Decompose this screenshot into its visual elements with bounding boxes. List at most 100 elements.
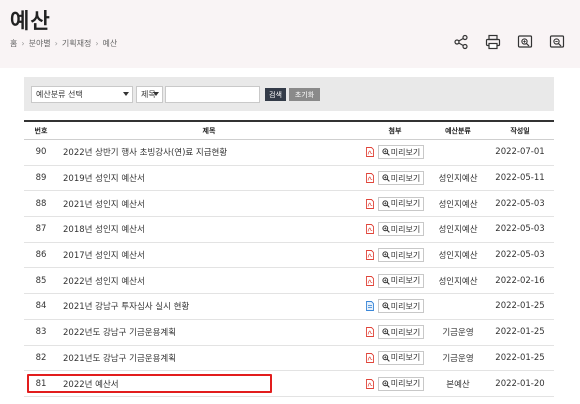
magnifier-icon (382, 302, 390, 311)
row-title-link[interactable]: 2021년 성인지 예산서 (58, 198, 360, 210)
pdf-file-icon[interactable] (365, 198, 374, 209)
row-title-link[interactable]: 2022년 상반기 행사 초빙강사(연)료 지급현황 (58, 146, 360, 158)
row-number: 85 (35, 275, 47, 286)
magnifier-icon (382, 328, 390, 336)
row-attachment: 미리보기 (360, 376, 430, 391)
row-number: 82 (35, 352, 47, 363)
breadcrumb-home[interactable]: 홈 (10, 38, 17, 49)
pdf-file-icon[interactable] (365, 147, 374, 158)
pdf-file-icon[interactable] (365, 173, 374, 183)
row-attachment: 미리보기 (360, 273, 430, 288)
row-date: 2022-01-25 (495, 327, 545, 338)
chevron-down-icon (153, 92, 159, 96)
header-title: 제목 (202, 126, 216, 135)
magnifier-icon (382, 251, 390, 259)
pdf-file-icon[interactable] (365, 224, 374, 235)
preview-label: 미리보기 (390, 353, 421, 363)
table-row: 90 2022년 상반기 행사 초빙강사(연)료 지급현황 미리보기 2022-07-… (24, 140, 554, 166)
row-attachment: 미리보기 (360, 145, 430, 160)
breadcrumb-separator-icon: › (95, 39, 99, 48)
category-select-value: 예산분류 선택 (36, 90, 83, 99)
row-title-link[interactable]: 2018년 성인지 예산서 (58, 223, 360, 235)
page-header: 예산 홈 › 분야별 › 기획재정 › 예산 (0, 0, 580, 68)
row-date: 2022-05-03 (495, 224, 545, 235)
magnifier-icon (382, 225, 390, 234)
preview-button[interactable]: 미리보기 (377, 376, 425, 391)
row-date: 2022-02-16 (495, 275, 545, 286)
row-number: 83 (35, 327, 47, 338)
row-number: 81 (35, 378, 47, 389)
preview-label: 미리보기 (390, 276, 421, 286)
page-title: 예산 (10, 9, 51, 33)
preview-button[interactable]: 미리보기 (377, 196, 425, 211)
table-row: 84 2021년 강남구 투자심사 실시 현황 미리보기 2022-01-25 (24, 294, 554, 320)
preview-label: 미리보기 (390, 173, 421, 183)
table-row: 85 2022년 성인지 예산서 미리보기 성인지예산 2022-02-16 (24, 268, 554, 295)
row-attachment: 미리보기 (360, 196, 430, 211)
row-date: 2022-05-11 (495, 173, 545, 184)
reset-button[interactable]: 초기화 (289, 88, 320, 101)
budget-table: 번호 제목 첨부 예산분류 작성일 90 2022년 상반기 행사 초빙강사(연)… (24, 120, 554, 397)
preview-button[interactable]: 미리보기 (377, 350, 425, 365)
preview-button[interactable]: 미리보기 (377, 171, 425, 186)
table-row: 83 2022년도 강남구 기금운용계획 미리보기 기금운영 2022-01-25 (24, 320, 554, 346)
pdf-file-icon[interactable] (365, 352, 374, 363)
preview-label: 미리보기 (390, 147, 421, 157)
table-header: 번호 제목 첨부 예산분류 작성일 (24, 120, 554, 140)
pdf-file-icon[interactable] (365, 250, 374, 261)
magnifier-icon (382, 174, 390, 182)
header-category: 예산분류 (445, 126, 471, 135)
preview-button[interactable]: 미리보기 (377, 325, 425, 340)
magnifier-icon (382, 200, 390, 208)
table-row: 86 2017년 성인지 예산서 미리보기 성인지예산 2022-05-03 (24, 243, 554, 269)
row-date: 2022-07-01 (495, 147, 545, 158)
row-title-link[interactable]: 2022년 예산서 (58, 378, 360, 390)
row-category: 성인지예산 (438, 225, 478, 236)
toolbar (452, 33, 566, 51)
breadcrumb-field[interactable]: 분야별 (29, 38, 51, 49)
row-title-link[interactable]: 2022년 성인지 예산서 (58, 275, 360, 287)
breadcrumb-separator-icon: › (54, 39, 58, 48)
category-select[interactable]: 예산분류 선택 (31, 86, 133, 103)
preview-button[interactable]: 미리보기 (377, 299, 425, 314)
row-date: 2022-05-03 (495, 250, 545, 261)
pdf-file-icon[interactable] (365, 275, 374, 286)
row-category: 성인지예산 (438, 199, 478, 210)
row-date: 2022-01-20 (495, 378, 545, 389)
share-icon[interactable] (452, 33, 470, 51)
table-row: 81 2022년 예산서 미리보기 본예산 2022-01-20 (24, 371, 554, 397)
magnifier-icon (382, 277, 390, 285)
row-title-link[interactable]: 2021년 강남구 투자심사 실시 현황 (58, 300, 360, 312)
magnifier-icon (382, 379, 390, 388)
preview-button[interactable]: 미리보기 (377, 248, 425, 263)
breadcrumb-planning[interactable]: 기획재정 (62, 38, 91, 49)
row-attachment: 미리보기 (360, 248, 430, 263)
row-title-link[interactable]: 2019년 성인지 예산서 (58, 172, 360, 184)
field-select[interactable]: 제목 (136, 86, 163, 103)
zoom-in-icon[interactable] (516, 33, 534, 51)
table-body: 90 2022년 상반기 행사 초빙강사(연)료 지급현황 미리보기 2022-07-… (24, 140, 554, 397)
preview-label: 미리보기 (390, 327, 421, 337)
row-attachment: 미리보기 (360, 171, 430, 186)
search-button[interactable]: 검색 (265, 88, 286, 101)
row-category: 기금운영 (442, 328, 474, 339)
zoom-out-icon[interactable] (548, 33, 566, 51)
preview-button[interactable]: 미리보기 (377, 145, 425, 160)
row-title-link[interactable]: 2017년 성인지 예산서 (58, 249, 360, 261)
row-title-link[interactable]: 2022년도 강남구 기금운용계획 (58, 326, 360, 338)
row-category: 본예산 (446, 379, 470, 390)
row-number: 89 (35, 173, 47, 184)
pdf-file-icon[interactable] (365, 378, 374, 389)
row-title-link[interactable]: 2021년도 강남구 기금운용계획 (58, 352, 360, 364)
print-icon[interactable] (484, 33, 502, 51)
pdf-file-icon[interactable] (365, 327, 374, 338)
preview-button[interactable]: 미리보기 (377, 273, 425, 288)
breadcrumb: 홈 › 분야별 › 기획재정 › 예산 (10, 38, 117, 49)
hwp-file-icon[interactable] (365, 301, 374, 312)
preview-label: 미리보기 (390, 199, 421, 209)
row-number: 86 (35, 250, 47, 261)
search-input[interactable] (165, 86, 260, 103)
table-row: 88 2021년 성인지 예산서 미리보기 성인지예산 2022-05-03 (24, 191, 554, 218)
preview-button[interactable]: 미리보기 (377, 222, 425, 237)
table-row: 82 2021년도 강남구 기금운용계획 미리보기 기금운영 2022-01-25 (24, 346, 554, 372)
